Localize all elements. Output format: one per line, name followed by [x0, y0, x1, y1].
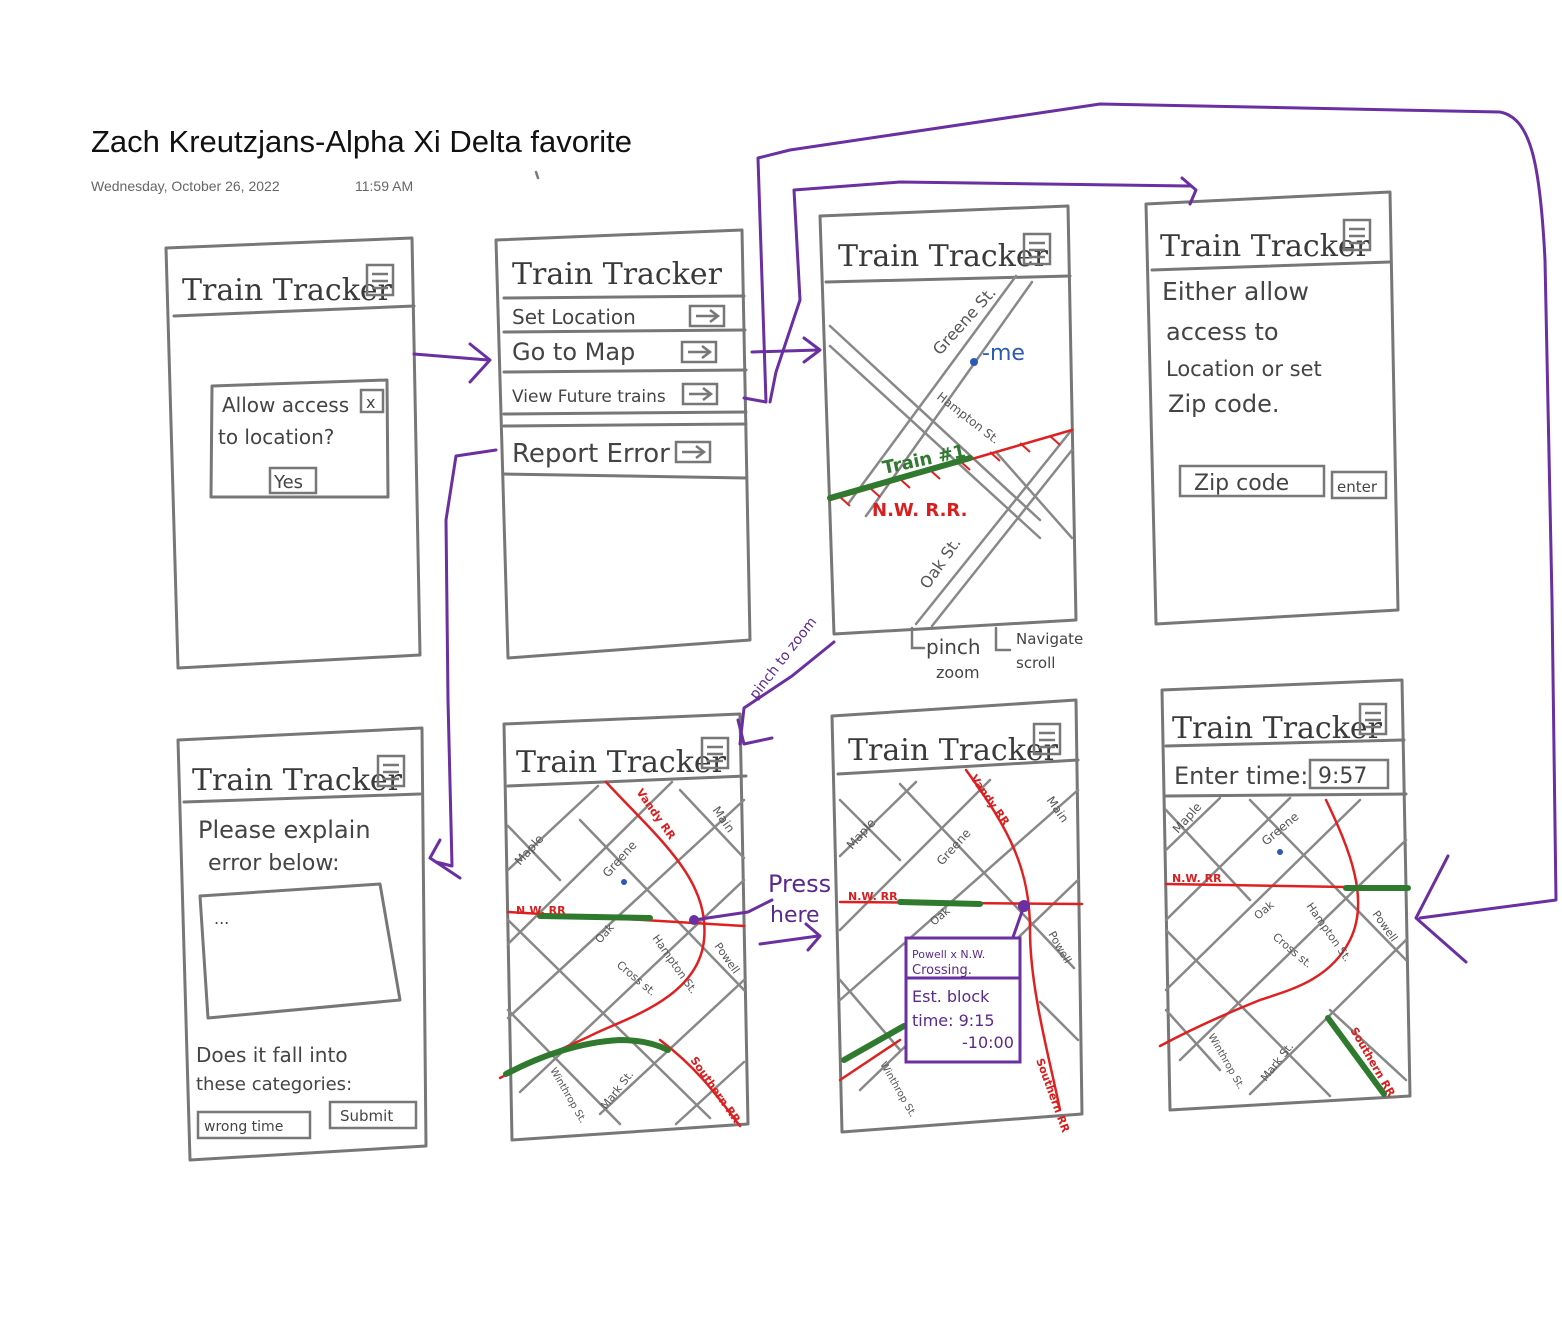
zoomed-map-area[interactable]: Maple Greene Main Oak Hampton St. Cross … — [498, 780, 746, 1128]
menu-item-label: View Future trains — [512, 387, 666, 407]
gesture-navigate-label: Navigate — [1016, 630, 1083, 648]
railroad-label: Southern RR — [688, 1054, 744, 1126]
enter-time-label: Enter time: — [1174, 762, 1308, 790]
my-location-dot — [970, 358, 978, 366]
arrow-right-icon — [688, 304, 726, 328]
screen-menu-title: Train Tracker — [512, 257, 723, 292]
zip-code-placeholder: Zip code — [1194, 471, 1289, 496]
railroad-label: N.W. R.R. — [872, 500, 967, 521]
railroad-label: N.W. RR — [1172, 872, 1222, 885]
railroad-label: N.W. RR — [516, 904, 566, 917]
street-label: Oak St. — [916, 534, 965, 593]
my-location-dot — [1277, 849, 1283, 855]
report-prompt-line: Please explain — [198, 816, 371, 844]
error-description-textarea[interactable]: ... — [198, 882, 402, 1020]
location-text-line: Either allow — [1162, 277, 1309, 306]
close-icon: x — [366, 393, 375, 412]
submit-button[interactable]: Submit — [328, 1100, 418, 1130]
screen-map: Train Tracker Greene St. Hampton St. Oak… — [818, 204, 1083, 682]
permission-close-button[interactable]: x — [359, 388, 385, 414]
press-here-note: Press — [768, 870, 831, 898]
street-label: Powell — [1045, 929, 1074, 966]
menu-item-go-to-map[interactable]: Go to Map — [512, 338, 718, 366]
menu-item-set-location[interactable]: Set Location — [512, 304, 726, 329]
screen-report-title: Train Tracker — [192, 763, 403, 798]
arrow-right-icon — [674, 440, 712, 464]
press-here-note: here — [770, 903, 820, 928]
screen-permission-title: Train Tracker — [182, 273, 393, 308]
crossing-popup[interactable]: Powell x N.W. Crossing. Est. block time:… — [904, 936, 1022, 1064]
popup-line: Est. block — [912, 987, 990, 1006]
street-label: Winthrop St. — [877, 1060, 918, 1119]
street-label: Oak — [593, 921, 618, 946]
screen-zoomed-map: Train Tracker Maple Greene Main Oak Hamp… — [498, 712, 750, 1142]
time-input[interactable]: 9:57 — [1308, 758, 1390, 790]
railroad-label: Southern RR — [1033, 1057, 1072, 1135]
menu-item-label: Set Location — [512, 305, 636, 329]
street-label: Oak — [928, 904, 954, 928]
menu-item-label: Report Error — [512, 439, 670, 469]
category-wrong-time-button[interactable]: wrong time — [196, 1110, 312, 1140]
location-text-line: Zip code. — [1168, 390, 1279, 418]
yes-button-label: Yes — [273, 472, 303, 493]
railroad-label: Southern RR — [1347, 1025, 1397, 1099]
screen-future-trains: Train Tracker Enter time: 9:57 Maple Gre… — [1158, 678, 1412, 1112]
screen-location-title: Train Tracker — [1160, 229, 1371, 264]
map-area[interactable]: Greene St. Hampton St. Oak St. -me Train… — [827, 274, 1074, 628]
screen-location: Train Tracker Either allow access to Loc… — [1144, 190, 1400, 626]
my-location-dot — [621, 879, 627, 885]
street-label: Mark St. — [598, 1068, 636, 1112]
street-label: Maple — [512, 832, 547, 868]
future-map-area[interactable]: Maple Greene Oak Hampton St. Cross st. P… — [1158, 796, 1411, 1099]
flow-arrow — [412, 352, 490, 362]
popup-line: -10:00 — [962, 1033, 1014, 1052]
pinch-to-zoom-note: pinch to zoom — [747, 614, 821, 702]
menu-item-label: Go to Map — [512, 338, 635, 366]
menu-item-view-future-trains[interactable]: View Future trains — [512, 382, 719, 407]
screen-crossing-title: Train Tracker — [848, 733, 1059, 768]
gesture-zoom-label: zoom — [936, 663, 980, 682]
time-input-value: 9:57 — [1318, 764, 1367, 789]
screen-report: Train Tracker Please explain error below… — [176, 726, 428, 1162]
screen-permission: Train Tracker Allow access to location? … — [164, 236, 422, 670]
gesture-pinch-label: pinch — [926, 635, 981, 659]
street-label: Winthrop St. — [547, 1066, 588, 1125]
category-label: wrong time — [204, 1119, 283, 1135]
street-label: Mark St. — [1258, 1040, 1296, 1084]
street-label: Cross st. — [614, 958, 659, 998]
arrow-right-icon — [681, 382, 719, 406]
screen-menu: Train Tracker Set Location Go to Map Vie… — [494, 228, 752, 660]
street-label: Hampton St. — [934, 389, 1002, 446]
flow-arrows: pinch to zoom Press here — [412, 102, 1558, 964]
my-location-label: -me — [982, 341, 1025, 366]
enter-button[interactable]: enter — [1330, 470, 1388, 500]
report-question-line: Does it fall into — [196, 1043, 348, 1067]
wireframe-sketch: Train Tracker Allow access to location? … — [164, 102, 1558, 1162]
permission-yes-button[interactable]: Yes — [268, 466, 318, 495]
popup-title-line: Crossing. — [912, 963, 972, 978]
permission-dialog-line1: Allow access — [222, 393, 349, 417]
textarea-placeholder: ... — [214, 909, 229, 928]
screen-zoomed-title: Train Tracker — [516, 745, 727, 780]
popup-line: time: 9:15 — [912, 1011, 995, 1030]
permission-dialog: Allow access to location? x Yes — [209, 378, 390, 499]
report-prompt-line: error below: — [208, 851, 340, 876]
location-text-line: Location or set — [1166, 357, 1322, 381]
screen-map-title: Train Tracker — [838, 239, 1049, 274]
popup-title-line: Powell x N.W. — [912, 948, 985, 961]
enter-button-label: enter — [1337, 478, 1378, 496]
permission-dialog-line2: to location? — [218, 425, 334, 449]
screen-crossing: Train Tracker Maple Greene Main Oak Powe… — [830, 698, 1084, 1135]
submit-button-label: Submit — [340, 1107, 393, 1125]
screen-future-title: Train Tracker — [1172, 711, 1383, 746]
location-text-line: access to — [1166, 318, 1279, 346]
arrow-right-icon — [680, 340, 718, 364]
gesture-scroll-label: scroll — [1016, 654, 1055, 672]
zip-code-input[interactable]: Zip code — [1178, 464, 1326, 498]
menu-item-report-error[interactable]: Report Error — [512, 439, 712, 469]
railroad-label: N.W. RR — [848, 890, 898, 903]
report-question-line: these categories: — [196, 1074, 352, 1095]
street-label: Greene — [934, 826, 974, 868]
